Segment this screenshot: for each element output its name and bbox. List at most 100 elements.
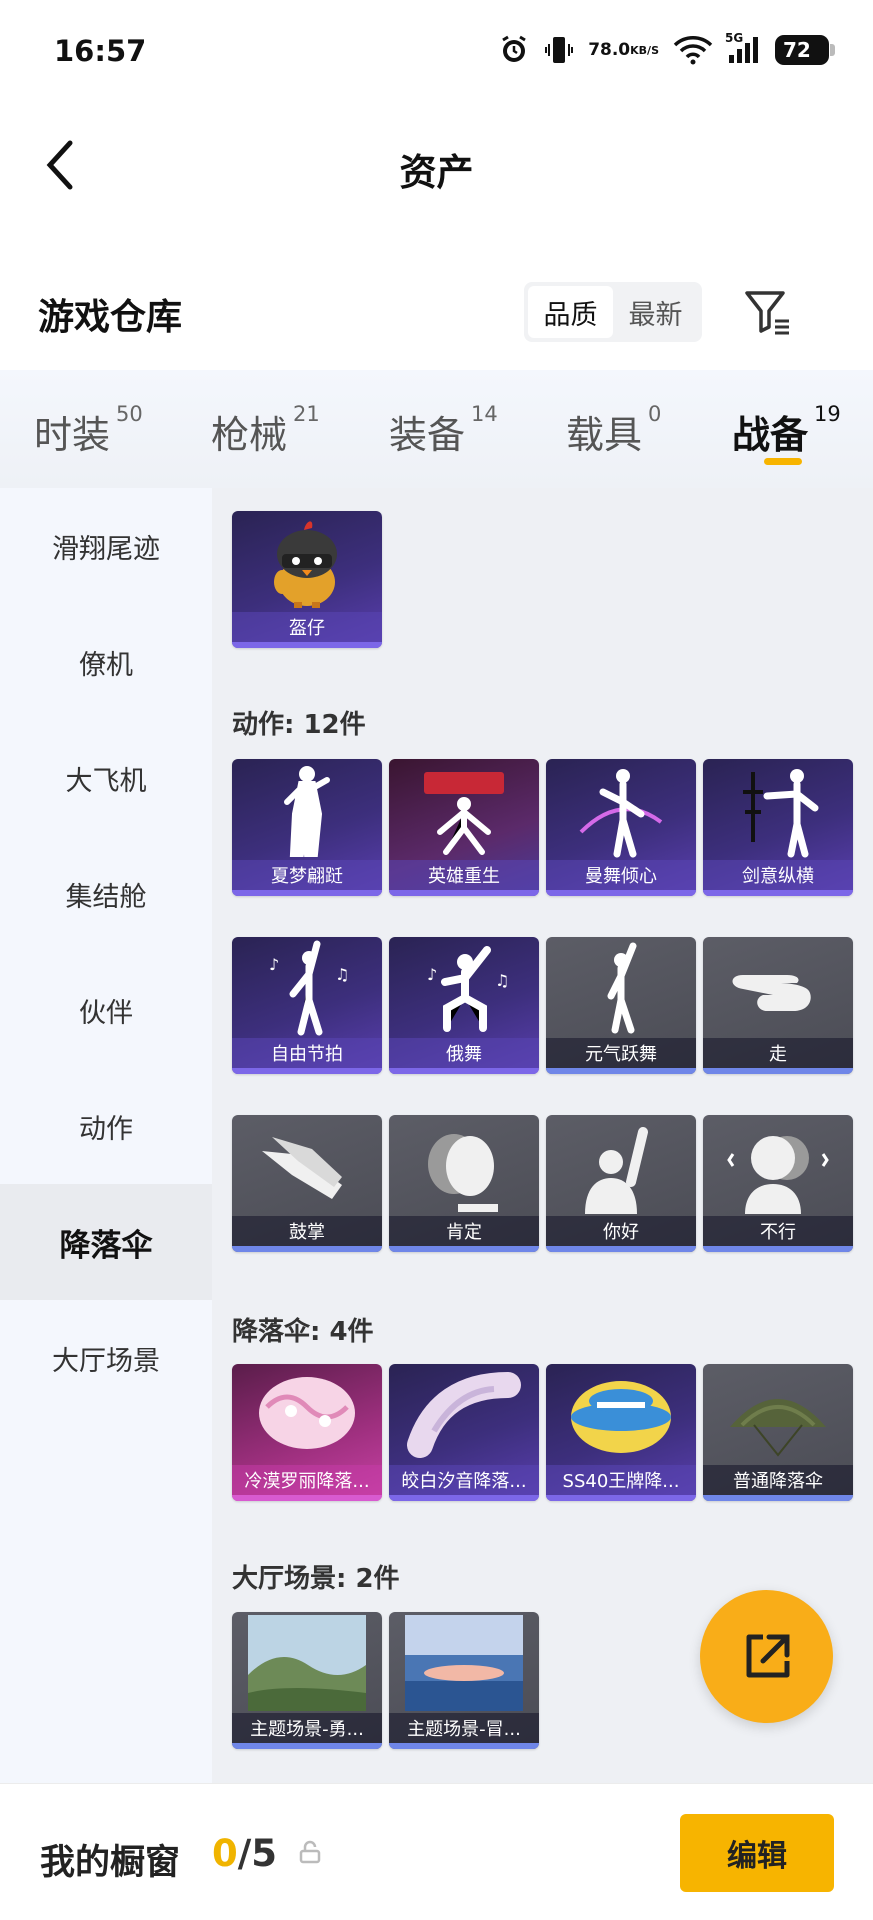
item-card[interactable]: 走: [703, 937, 853, 1074]
item-label: 俄舞: [389, 1038, 539, 1068]
item-card[interactable]: 你好: [546, 1115, 696, 1252]
alarm-icon: [498, 34, 530, 66]
edit-button[interactable]: 编辑: [680, 1814, 834, 1892]
item-card[interactable]: ♪ ♫ 俄舞: [389, 937, 539, 1074]
rarity-bar: [389, 1246, 539, 1252]
dancer-figure-icon: [232, 759, 382, 860]
filter-icon: [745, 291, 789, 335]
item-card[interactable]: 肯定: [389, 1115, 539, 1252]
item-card[interactable]: 主题场景-冒...: [389, 1612, 539, 1749]
warehouse-header: 游戏仓库 品质 最新: [0, 270, 873, 360]
rarity-bar: [703, 1246, 853, 1252]
free-beat-dance-icon: ♪ ♫: [232, 937, 382, 1038]
tab-guns[interactable]: 枪械 21: [211, 402, 320, 459]
tab-vehicles[interactable]: 载具 0: [566, 402, 661, 459]
item-label: 鼓掌: [232, 1216, 382, 1246]
status-icons: 78.0 KB/S 5G 72: [498, 30, 835, 70]
item-card[interactable]: 夏梦翩跹: [232, 759, 382, 896]
warehouse-title: 游戏仓库: [38, 297, 183, 338]
active-tab-indicator: [764, 458, 802, 465]
page-title: 资产: [399, 151, 474, 194]
rarity-bar: [389, 890, 539, 896]
item-card[interactable]: 盔仔: [232, 511, 382, 648]
parachute-icon: [546, 1364, 696, 1465]
section-heading-parachutes: 降落伞: 4件: [232, 1317, 374, 1347]
item-card[interactable]: 曼舞倾心: [546, 759, 696, 896]
svg-text:♪: ♪: [427, 965, 437, 984]
battery-icon: 72: [775, 35, 835, 65]
tab-fashion[interactable]: 时装 50: [34, 402, 143, 459]
item-label: 肯定: [389, 1216, 539, 1246]
item-card[interactable]: 普通降落伞: [703, 1364, 853, 1501]
item-card[interactable]: 元气跃舞: [546, 937, 696, 1074]
subcategory-sidebar: 滑翔尾迹 僚机 大飞机 集结舱 伙伴 动作 降落伞 大厅场景: [0, 488, 212, 1783]
status-bar: 16:57 78.0 KB/S 5G 72: [0, 0, 873, 104]
wifi-icon: [673, 35, 713, 65]
share-button[interactable]: [700, 1590, 833, 1723]
rarity-bar: [703, 890, 853, 896]
rarity-bar: [546, 1246, 696, 1252]
russian-dance-icon: ♪ ♫: [389, 937, 539, 1038]
item-label: 剑意纵横: [703, 860, 853, 890]
sidebar-item-partner[interactable]: 伙伴: [0, 952, 212, 1068]
item-label: 冷漠罗丽降落...: [232, 1465, 382, 1495]
pointing-hand-icon: [703, 937, 853, 1038]
head-shake-icon: [703, 1115, 853, 1216]
rarity-bar: [546, 1495, 696, 1501]
item-label: 自由节拍: [232, 1038, 382, 1068]
showcase-bar: 我的橱窗 0/5 编辑: [0, 1783, 873, 1920]
sidebar-item-glide-trail[interactable]: 滑翔尾迹: [0, 488, 212, 604]
tab-supplies[interactable]: 战备 19: [732, 402, 841, 459]
item-card[interactable]: SS40王牌降...: [546, 1364, 696, 1501]
item-label: 元气跃舞: [546, 1038, 696, 1068]
nodding-head-icon: [389, 1115, 539, 1216]
sword-gesture-icon: [703, 759, 853, 860]
section-heading-lobby-scenes: 大厅场景: 2件: [232, 1564, 400, 1594]
sidebar-item-pod[interactable]: 集结舱: [0, 836, 212, 952]
showcase-title: 我的橱窗: [40, 1843, 181, 1883]
item-card[interactable]: 冷漠罗丽降落...: [232, 1364, 382, 1501]
rarity-bar: [232, 890, 382, 896]
rarity-bar: [546, 890, 696, 896]
external-link-icon: [746, 1634, 789, 1677]
item-label: 盔仔: [232, 612, 382, 642]
sidebar-item-lobby-scene[interactable]: 大厅场景: [0, 1300, 212, 1416]
sidebar-item-wingman[interactable]: 僚机: [0, 604, 212, 720]
rarity-bar: [232, 1743, 382, 1749]
rarity-bar: [703, 1495, 853, 1501]
item-card[interactable]: 剑意纵横: [703, 759, 853, 896]
tab-equipment[interactable]: 装备 14: [389, 402, 498, 459]
item-card[interactable]: 主题场景-勇...: [232, 1612, 382, 1749]
item-card[interactable]: 英雄重生: [389, 759, 539, 896]
item-label: 走: [703, 1038, 853, 1068]
item-card[interactable]: ♪ ♫ 自由节拍: [232, 937, 382, 1074]
sidebar-item-plane[interactable]: 大飞机: [0, 720, 212, 836]
item-label: 不行: [703, 1216, 853, 1246]
item-card[interactable]: 不行: [703, 1115, 853, 1252]
rarity-bar: [232, 1495, 382, 1501]
item-label: 你好: [546, 1216, 696, 1246]
item-label: 夏梦翩跹: [232, 860, 382, 890]
clapping-hands-icon: [232, 1115, 382, 1216]
sort-newest-option[interactable]: 最新: [613, 286, 698, 338]
hero-pose-icon: [389, 759, 539, 860]
category-tabs: 时装 50 枪械 21 装备 14 载具 0 战备 19: [0, 370, 873, 488]
showcase-count: 0/5: [212, 1832, 278, 1875]
sidebar-item-parachute[interactable]: 降落伞: [0, 1184, 212, 1300]
rarity-bar: [389, 1743, 539, 1749]
item-label: SS40王牌降...: [546, 1465, 696, 1495]
section-heading-actions: 动作: 12件: [232, 710, 366, 740]
sort-quality-option[interactable]: 品质: [528, 286, 613, 338]
item-label: 皎白汐音降落...: [389, 1465, 539, 1495]
network-speed: 78.0 KB/S: [588, 39, 659, 60]
sidebar-item-actions[interactable]: 动作: [0, 1068, 212, 1184]
item-label: 曼舞倾心: [546, 860, 696, 890]
filter-button[interactable]: [738, 282, 798, 342]
status-time: 16:57: [54, 34, 147, 68]
rarity-bar: [232, 1068, 382, 1074]
rarity-bar: [232, 1246, 382, 1252]
helmet-chick-icon: [232, 511, 382, 612]
vibrate-icon: [544, 34, 574, 66]
item-card[interactable]: 鼓掌: [232, 1115, 382, 1252]
item-card[interactable]: 皎白汐音降落...: [389, 1364, 539, 1501]
